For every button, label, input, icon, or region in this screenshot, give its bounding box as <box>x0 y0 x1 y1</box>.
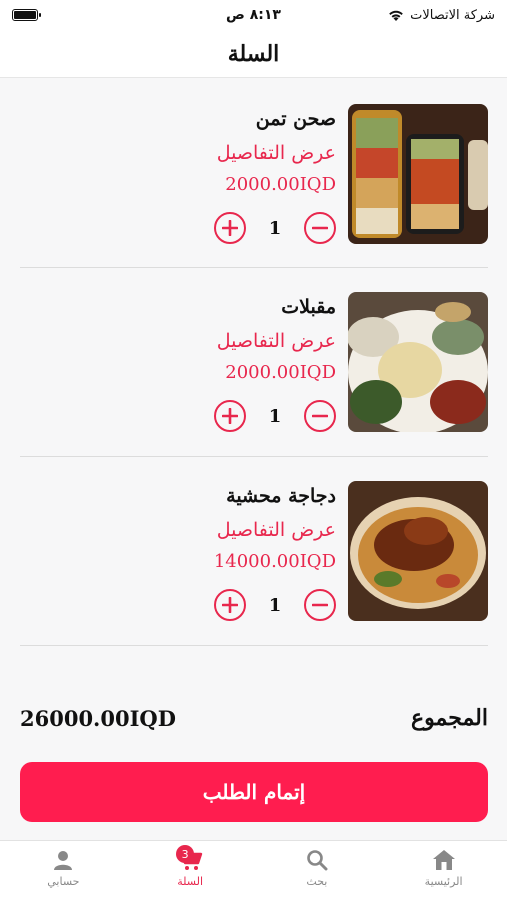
plus-icon <box>222 408 238 424</box>
cart-item: مقبلات عرض التفاصيل 2000.00IQD 1 <box>20 292 488 432</box>
carrier-info: شركة الاتصالات <box>387 8 495 23</box>
cart-count-badge: 3 <box>176 845 195 863</box>
divider <box>20 267 488 268</box>
view-details-link[interactable]: عرض التفاصيل <box>217 142 336 164</box>
search-icon <box>307 850 328 871</box>
item-name: دجاجة محشية <box>226 485 336 507</box>
view-details-link[interactable]: عرض التفاصيل <box>217 519 336 541</box>
cart-item: دجاجة محشية عرض التفاصيل 14000.00IQD 1 <box>20 481 488 621</box>
quantity-value: 1 <box>268 217 282 239</box>
tab-label: بحث <box>306 875 328 888</box>
status-bar: ٨:١٣ ص شركة الاتصالات <box>0 0 507 30</box>
item-price: 2000.00IQD <box>225 362 336 383</box>
divider <box>20 645 488 646</box>
tab-label: الرئيسية <box>424 875 463 888</box>
person-icon <box>54 851 73 870</box>
tab-home[interactable]: الرئيسية <box>380 841 507 900</box>
checkout-button[interactable]: إتمام الطلب <box>20 762 488 822</box>
tab-account[interactable]: حسابي <box>0 841 127 900</box>
stuffed-chicken-image[interactable] <box>348 481 488 621</box>
page-header: السلة <box>0 30 507 78</box>
total-row: 26000.00IQD المجموع <box>20 700 488 736</box>
quantity-stepper: 1 <box>214 400 336 432</box>
tab-cart[interactable]: 3 السلة <box>127 841 254 900</box>
bottom-tab-bar: حسابي 3 السلة بحث الرئيسية <box>0 840 507 900</box>
minus-icon <box>312 603 328 607</box>
decrease-quantity-button[interactable] <box>304 212 336 244</box>
total-label: المجموع <box>411 705 488 731</box>
decrease-quantity-button[interactable] <box>304 400 336 432</box>
tab-label: حسابي <box>47 875 80 888</box>
battery-icon <box>12 9 41 21</box>
status-time: ٨:١٣ ص <box>226 7 281 23</box>
battery-indicator <box>12 9 41 21</box>
view-details-link[interactable]: عرض التفاصيل <box>217 330 336 352</box>
minus-icon <box>312 414 328 418</box>
page-title: السلة <box>227 40 280 67</box>
quantity-stepper: 1 <box>214 589 336 621</box>
item-price: 14000.00IQD <box>213 551 336 572</box>
item-name: مقبلات <box>281 296 336 318</box>
wifi-icon <box>389 10 403 21</box>
home-icon <box>432 850 455 870</box>
quantity-value: 1 <box>268 405 282 427</box>
item-name: صحن تمن <box>255 108 336 130</box>
increase-quantity-button[interactable] <box>214 589 246 621</box>
decrease-quantity-button[interactable] <box>304 589 336 621</box>
plus-icon <box>222 597 238 613</box>
carrier-name: شركة الاتصالات <box>410 7 495 23</box>
rice-dish-image[interactable] <box>348 104 488 244</box>
tab-label: السلة <box>177 875 203 888</box>
quantity-stepper: 1 <box>214 212 336 244</box>
tab-search[interactable]: بحث <box>254 841 381 900</box>
item-price: 2000.00IQD <box>225 174 336 195</box>
increase-quantity-button[interactable] <box>214 212 246 244</box>
divider <box>20 456 488 457</box>
cart-item: صحن تمن عرض التفاصيل 2000.00IQD 1 <box>20 104 488 244</box>
quantity-value: 1 <box>268 594 282 616</box>
minus-icon <box>312 226 328 230</box>
appetizers-image[interactable] <box>348 292 488 432</box>
total-amount: 26000.00IQD <box>20 705 176 731</box>
plus-icon <box>222 220 238 236</box>
increase-quantity-button[interactable] <box>214 400 246 432</box>
